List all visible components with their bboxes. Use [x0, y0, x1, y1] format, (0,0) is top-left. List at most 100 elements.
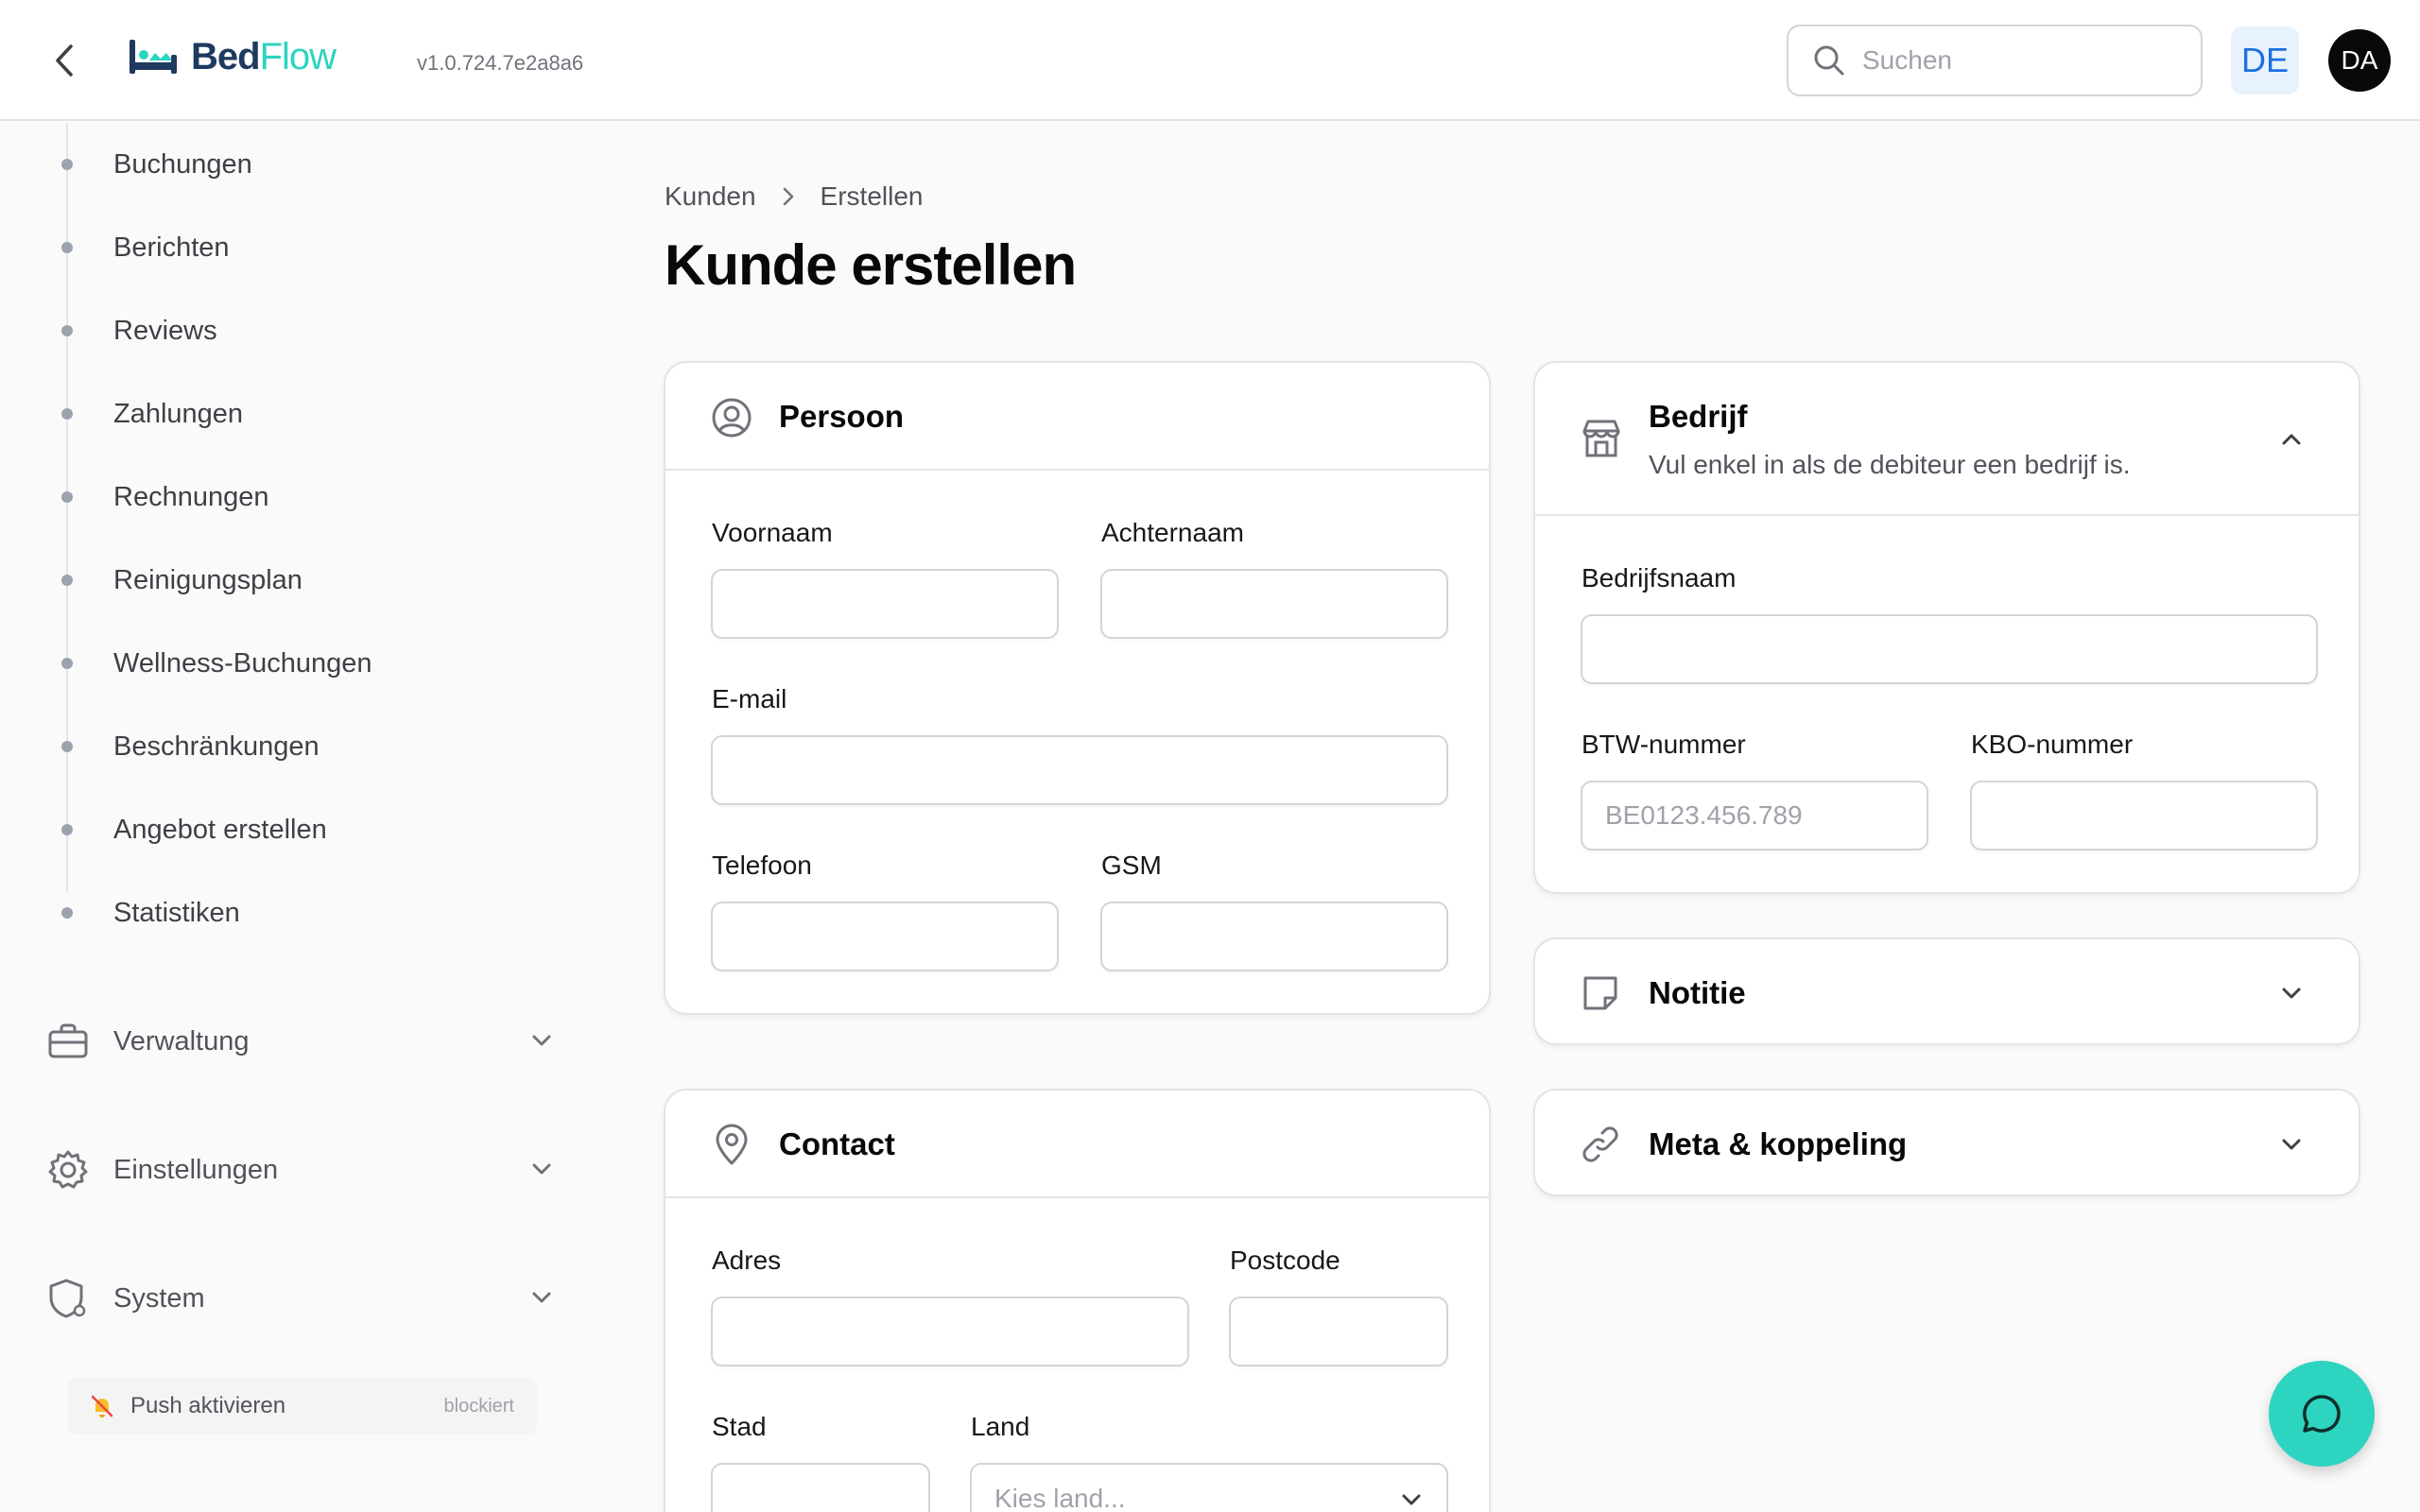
- sidebar-group-label: Einstellungen: [113, 1154, 279, 1185]
- meta-title: Meta & koppeling: [1649, 1126, 1908, 1161]
- chat-bubble-icon: [2303, 1395, 2341, 1433]
- bedrijfsnaam-label: Bedrijfsnaam: [1582, 563, 1737, 593]
- btw-label: BTW-nummer: [1582, 730, 1746, 759]
- back-button[interactable]: [47, 42, 81, 79]
- stad-label: Stad: [712, 1412, 767, 1441]
- btw-input[interactable]: [1582, 782, 1927, 849]
- user-circle-icon: [712, 398, 752, 438]
- sidebar-item-statistiken[interactable]: Statistiken: [0, 885, 567, 941]
- chat-button[interactable]: [2269, 1361, 2375, 1467]
- sidebar-item-angebot-erstellen[interactable]: Angebot erstellen: [0, 801, 567, 858]
- land-select[interactable]: Kies land...: [970, 1463, 1448, 1512]
- sidebar-item-wellness-buchungen[interactable]: Wellness-Buchungen: [0, 635, 567, 692]
- sidebar-item-beschraenkungen[interactable]: Beschränkungen: [0, 718, 567, 775]
- telefoon-label: Telefoon: [712, 850, 812, 880]
- telefoon-input[interactable]: [713, 903, 1057, 970]
- sidebar-item-label: Beschränkungen: [113, 730, 320, 762]
- land-label: Land: [971, 1412, 1030, 1441]
- adres-label: Adres: [712, 1246, 782, 1275]
- logo-text-flow: Flow: [259, 36, 337, 77]
- voornaam-input[interactable]: [713, 571, 1057, 637]
- gsm-field[interactable]: [1100, 902, 1448, 971]
- persoon-card: Persoon Voornaam Achternaam E-mail Telef…: [664, 361, 1491, 1015]
- gsm-label: GSM: [1101, 850, 1162, 880]
- meta-card-header[interactable]: Meta & koppeling: [1535, 1091, 2359, 1194]
- email-input[interactable]: [713, 737, 1446, 803]
- bell-off-icon: [91, 1395, 113, 1418]
- chevron-down-icon[interactable]: [2279, 1132, 2304, 1157]
- adres-input[interactable]: [713, 1298, 1187, 1365]
- top-bar: BedFlow v1.0.724.7e2a8a6 DE DA: [0, 0, 2420, 121]
- postcode-field[interactable]: [1229, 1297, 1448, 1366]
- bedrijf-card-header[interactable]: Bedrijf Vul enkel in als de debiteur een…: [1535, 363, 2359, 516]
- search-box[interactable]: [1787, 25, 2203, 96]
- sidebar-group-einstellungen[interactable]: Einstellungen: [43, 1142, 554, 1198]
- achternaam-input[interactable]: [1102, 571, 1446, 637]
- notitie-title: Notitie: [1649, 975, 1746, 1010]
- sidebar-item-label: Statistiken: [113, 897, 240, 928]
- sidebar-item-reviews[interactable]: Reviews: [0, 302, 567, 359]
- land-select-placeholder: Kies land...: [994, 1484, 1126, 1512]
- sidebar-item-rechnungen[interactable]: Rechnungen: [0, 469, 567, 525]
- meta-card[interactable]: Meta & koppeling: [1533, 1089, 2360, 1196]
- nav-dot: [61, 408, 73, 420]
- achternaam-field[interactable]: [1100, 569, 1448, 639]
- kbo-field[interactable]: [1970, 781, 2318, 850]
- map-pin-icon: [716, 1124, 748, 1165]
- kbo-input[interactable]: [1972, 782, 2316, 849]
- page-title: Kunde erstellen: [665, 233, 1077, 297]
- sidebar-item-label: Angebot erstellen: [113, 814, 327, 845]
- btw-field[interactable]: [1581, 781, 1928, 850]
- bedrijfsnaam-field[interactable]: [1581, 614, 2318, 684]
- sidebar-item-zahlungen[interactable]: Zahlungen: [0, 386, 567, 442]
- chevron-down-icon: [532, 1163, 551, 1175]
- chevron-up-icon[interactable]: [2279, 427, 2304, 452]
- link-icon: [1582, 1126, 1618, 1162]
- sidebar-item-berichten[interactable]: Berichten: [0, 219, 567, 276]
- push-label: Push aktivieren: [130, 1393, 286, 1418]
- sidebar-group-system[interactable]: System: [43, 1270, 554, 1327]
- app-version: v1.0.724.7e2a8a6: [417, 51, 584, 75]
- push-notification-toggle[interactable]: Push aktivieren blockiert: [68, 1378, 537, 1435]
- store-icon: [1582, 420, 1620, 457]
- adres-field[interactable]: [711, 1297, 1189, 1366]
- sidebar-item-buchungen[interactable]: Buchungen: [0, 136, 567, 193]
- persoon-title: Persoon: [779, 399, 905, 434]
- sidebar-item-label: Rechnungen: [113, 481, 269, 512]
- chevron-left-icon: [56, 44, 73, 77]
- notitie-card-header[interactable]: Notitie: [1535, 939, 2359, 1043]
- sidebar-item-reinigungsplan[interactable]: Reinigungsplan: [0, 552, 567, 609]
- breadcrumb-kunden[interactable]: Kunden: [665, 181, 756, 212]
- nav-dot: [61, 325, 73, 336]
- email-label: E-mail: [712, 684, 787, 713]
- notitie-card[interactable]: Notitie: [1533, 937, 2360, 1045]
- user-avatar[interactable]: DA: [2328, 29, 2391, 92]
- search-input[interactable]: [1862, 45, 2165, 76]
- stad-field[interactable]: [711, 1463, 930, 1512]
- sidebar-item-label: Berichten: [113, 232, 230, 263]
- nav-dot: [61, 741, 73, 752]
- gear-icon: [43, 1145, 93, 1194]
- sidebar-item-label: Zahlungen: [113, 398, 244, 429]
- nav-dot: [61, 658, 73, 669]
- bedrijf-subtitle: Vul enkel in als de debiteur een bedrijf…: [1649, 450, 2131, 479]
- nav-dot: [61, 824, 73, 835]
- chevron-down-icon[interactable]: [2279, 981, 2304, 1005]
- stad-input[interactable]: [713, 1465, 928, 1512]
- email-field[interactable]: [711, 735, 1448, 805]
- app-logo[interactable]: BedFlow: [127, 36, 337, 78]
- breadcrumb-current: Erstellen: [820, 181, 924, 211]
- telefoon-field[interactable]: [711, 902, 1059, 971]
- postcode-input[interactable]: [1231, 1298, 1446, 1365]
- voornaam-field[interactable]: [711, 569, 1059, 639]
- bedrijfsnaam-input[interactable]: [1582, 616, 2316, 682]
- language-switcher[interactable]: DE: [2231, 26, 2299, 94]
- contact-card-header: Contact: [666, 1091, 1489, 1198]
- contact-title: Contact: [779, 1126, 895, 1161]
- gsm-input[interactable]: [1102, 903, 1446, 970]
- search-icon: [1814, 45, 1844, 76]
- nav-dot: [61, 491, 73, 503]
- nav-dot: [61, 575, 73, 586]
- breadcrumb: Kunden Erstellen: [665, 181, 923, 212]
- sidebar-group-verwaltung[interactable]: Verwaltung: [43, 1013, 554, 1070]
